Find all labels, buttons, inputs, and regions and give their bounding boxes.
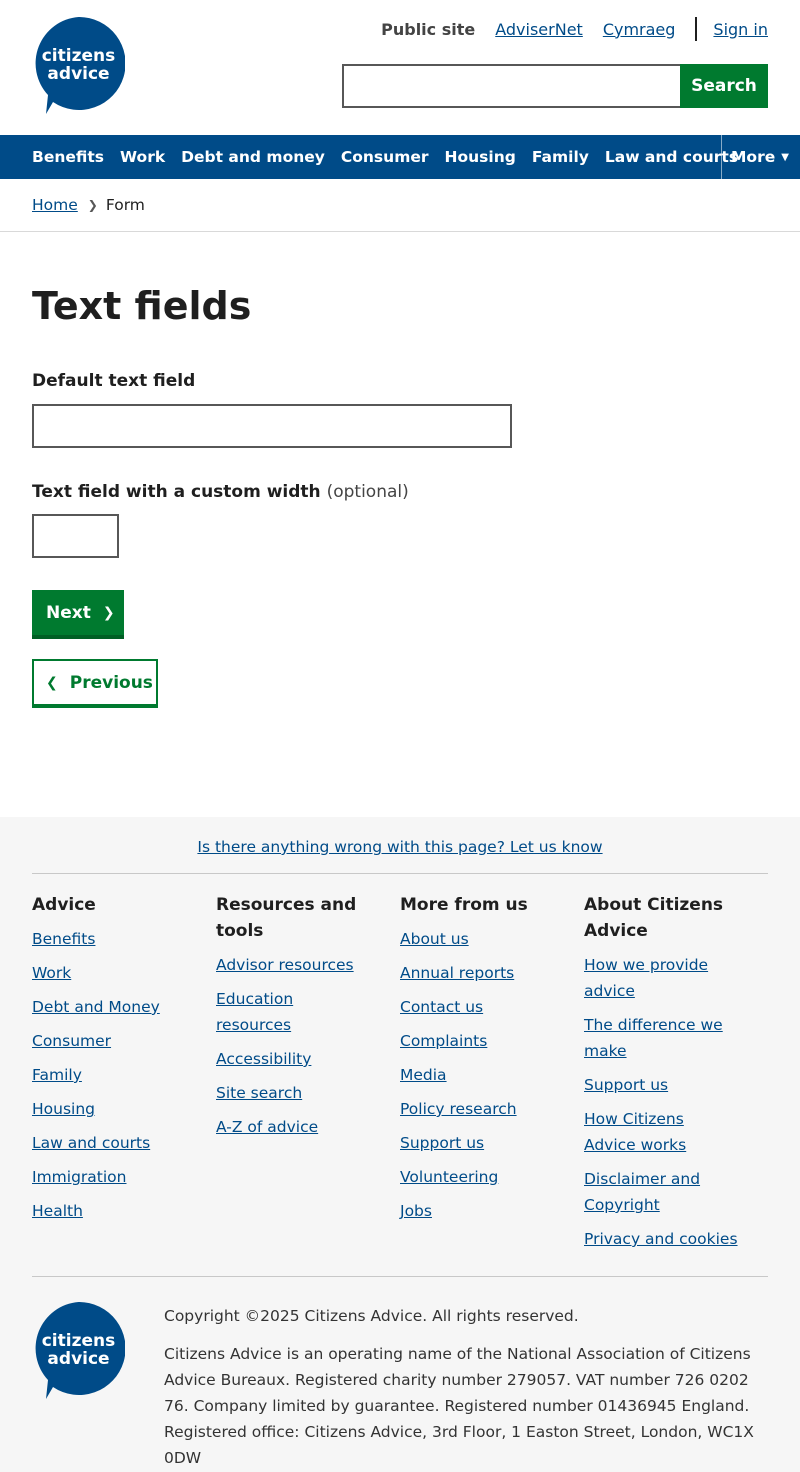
advisernet-link[interactable]: AdviserNet xyxy=(495,20,583,39)
previous-button[interactable]: ❮ Previous xyxy=(32,659,158,708)
footer-link-health[interactable]: Health xyxy=(32,1202,83,1220)
footer-link-disclaimer[interactable]: Disclaimer and Copyright xyxy=(584,1170,700,1214)
footer-heading-advice: Advice xyxy=(32,895,96,915)
footer-heading-more: More from us xyxy=(400,895,528,915)
search-button[interactable]: Search xyxy=(680,64,768,108)
footer-link-about-us[interactable]: About us xyxy=(400,930,469,948)
footer-link-site-search[interactable]: Site search xyxy=(216,1084,302,1102)
footer-link-annual-reports[interactable]: Annual reports xyxy=(400,964,514,982)
copyright-text: Copyright ©2025 Citizens Advice. All rig… xyxy=(164,1307,579,1325)
divider xyxy=(695,17,698,41)
footer-link-contact-us[interactable]: Contact us xyxy=(400,998,483,1016)
footer-link-work[interactable]: Work xyxy=(32,964,71,982)
logo-text-1: citizens xyxy=(42,46,116,66)
footer-link-law-and-courts[interactable]: Law and courts xyxy=(32,1134,150,1152)
optional-tag: (optional) xyxy=(326,482,409,502)
footer-link-family[interactable]: Family xyxy=(32,1066,82,1084)
next-button[interactable]: Next ❯ xyxy=(32,590,124,639)
site-header: citizens advice Public site AdviserNet C… xyxy=(0,0,800,135)
previous-label: Previous xyxy=(69,672,153,693)
footer-heading-resources: Resources and tools xyxy=(216,895,357,941)
breadcrumb-home-link[interactable]: Home xyxy=(32,196,78,214)
sign-in-link[interactable]: Sign in xyxy=(713,20,768,39)
breadcrumb-current: Form xyxy=(105,196,145,214)
footer-link-benefits[interactable]: Benefits xyxy=(32,930,95,948)
footer-link-housing[interactable]: Housing xyxy=(32,1100,95,1118)
footer-link-immigration[interactable]: Immigration xyxy=(32,1168,126,1186)
footer-logo-text-2: advice xyxy=(47,1349,109,1369)
nav-item-consumer[interactable]: Consumer xyxy=(341,148,429,166)
footer-columns: Advice Benefits Work Debt and Money Cons… xyxy=(32,892,768,1260)
report-problem-link[interactable]: Is there anything wrong with this page? … xyxy=(197,838,602,856)
chevron-right-icon: ❯ xyxy=(102,604,115,621)
nav-more-label: More xyxy=(731,148,776,166)
footer-col-about: About Citizens Advice How we provide adv… xyxy=(584,892,768,1260)
chevron-left-icon: ❮ xyxy=(46,674,58,691)
top-links: Public site AdviserNet Cymraeg Sign in xyxy=(381,17,768,41)
footer-link-support-us[interactable]: Support us xyxy=(400,1134,484,1152)
footer-heading-about: About Citizens Advice xyxy=(584,895,724,941)
footer-col-advice: Advice Benefits Work Debt and Money Cons… xyxy=(32,892,216,1260)
chevron-down-icon: ▼ xyxy=(781,151,789,163)
custom-width-field-label: Text field with a custom width (optional… xyxy=(32,482,768,502)
page-title: Text fields xyxy=(32,284,252,328)
footer-link-media[interactable]: Media xyxy=(400,1066,447,1084)
report-problem: Is there anything wrong with this page? … xyxy=(0,838,800,856)
footer-divider-bottom xyxy=(32,1276,768,1277)
search-form: Search xyxy=(342,64,768,108)
logo-text-2: advice xyxy=(47,64,109,84)
footer-col-more: More from us About us Annual reports Con… xyxy=(400,892,584,1260)
nav-item-law-and-courts[interactable]: Law and courts xyxy=(605,148,738,166)
search-input[interactable] xyxy=(342,64,680,108)
footer-link-accessibility[interactable]: Accessibility xyxy=(216,1050,311,1068)
main-content: Text fields Default text field Text fiel… xyxy=(0,284,800,708)
main-nav: Benefits Work Debt and money Consumer Ho… xyxy=(0,135,800,179)
citizens-advice-logo[interactable]: citizens advice xyxy=(32,17,125,114)
footer-link-support-us-about[interactable]: Support us xyxy=(584,1076,668,1094)
default-text-field-group: Default text field xyxy=(32,371,768,448)
custom-width-field-input[interactable] xyxy=(32,514,119,558)
nav-item-work[interactable]: Work xyxy=(120,148,165,166)
next-label: Next xyxy=(46,602,91,623)
footer-link-a-z[interactable]: A-Z of advice xyxy=(216,1118,318,1136)
custom-width-field-group: Text field with a custom width (optional… xyxy=(32,482,768,558)
footer-col-resources: Resources and tools Advisor resources Ed… xyxy=(216,892,400,1260)
footer-link-how-ca-works[interactable]: How Citizens Advice works xyxy=(584,1110,686,1154)
footer-citizens-advice-logo[interactable]: citizens advice xyxy=(32,1301,126,1399)
footer-legal: Copyright ©2025 Citizens Advice. All rig… xyxy=(164,1303,768,1471)
footer-divider xyxy=(32,873,768,874)
footer-link-policy-research[interactable]: Policy research xyxy=(400,1100,517,1118)
public-site-label: Public site xyxy=(381,19,476,39)
default-text-field-input[interactable] xyxy=(32,404,512,448)
nav-item-debt-and-money[interactable]: Debt and money xyxy=(181,148,325,166)
cymraeg-link[interactable]: Cymraeg xyxy=(603,20,676,39)
nav-item-benefits[interactable]: Benefits xyxy=(32,148,104,166)
footer-link-education-resources[interactable]: Education resources xyxy=(216,990,293,1034)
footer-link-complaints[interactable]: Complaints xyxy=(400,1032,487,1050)
footer-link-debt-and-money[interactable]: Debt and Money xyxy=(32,998,160,1016)
footer-link-privacy[interactable]: Privacy and cookies xyxy=(584,1230,738,1248)
footer-link-advisor-resources[interactable]: Advisor resources xyxy=(216,956,354,974)
nav-item-housing[interactable]: Housing xyxy=(445,148,516,166)
nav-item-family[interactable]: Family xyxy=(532,148,589,166)
footer-link-consumer[interactable]: Consumer xyxy=(32,1032,111,1050)
footer-logo-text-1: citizens xyxy=(42,1331,116,1351)
site-footer: Is there anything wrong with this page? … xyxy=(0,817,800,1472)
breadcrumb: Home ❯ Form xyxy=(0,179,800,232)
footer-link-jobs[interactable]: Jobs xyxy=(400,1202,432,1220)
default-text-field-label: Default text field xyxy=(32,371,196,391)
custom-width-label-text: Text field with a custom width xyxy=(32,482,321,502)
chevron-right-icon: ❯ xyxy=(87,198,98,212)
nav-more-button[interactable]: More ▼ xyxy=(721,135,800,179)
footer-link-how-we-provide-advice[interactable]: How we provide advice xyxy=(584,956,708,1000)
legal-text: Citizens Advice is an operating name of … xyxy=(164,1345,754,1467)
footer-link-difference-we-make[interactable]: The difference we make xyxy=(584,1016,723,1060)
footer-link-volunteering[interactable]: Volunteering xyxy=(400,1168,498,1186)
